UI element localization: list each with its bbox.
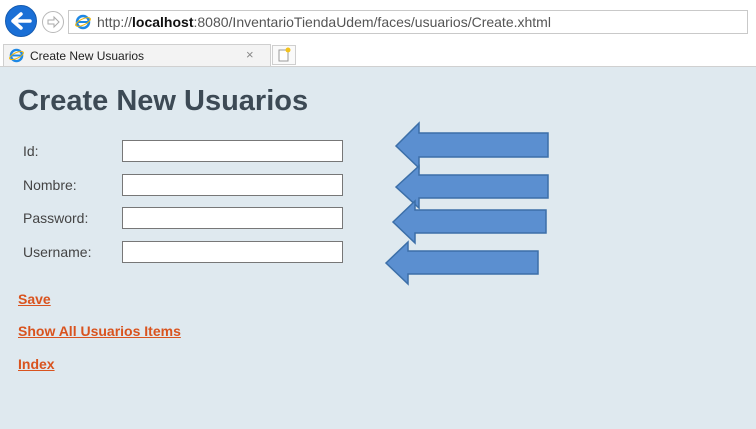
tab-create-new-usuarios[interactable]: Create New Usuarios × — [3, 44, 271, 66]
ie-logo-icon — [75, 14, 91, 30]
index-link[interactable]: Index — [18, 356, 55, 372]
url-prefix: http:// — [97, 14, 133, 30]
left-arrow-icon — [394, 164, 549, 210]
address-bar: http://localhost:8080/InventarioTiendaUd… — [0, 0, 756, 44]
nombre-input[interactable] — [122, 174, 343, 196]
nombre-label: Nombre: — [23, 177, 77, 193]
url-text: http://localhost:8080/InventarioTiendaUd… — [97, 14, 551, 30]
show-all-usuarios-link[interactable]: Show All Usuarios Items — [18, 323, 181, 339]
ie-logo-icon — [9, 48, 24, 63]
left-arrow-icon — [394, 121, 549, 170]
tab-title: Create New Usuarios — [30, 49, 145, 63]
url-host: localhost — [132, 14, 194, 30]
username-input[interactable] — [122, 241, 343, 263]
tab-bar: Create New Usuarios × — [0, 44, 756, 67]
username-label: Username: — [23, 244, 92, 260]
id-input[interactable] — [122, 140, 343, 162]
id-label: Id: — [23, 143, 39, 159]
left-arrow-icon — [391, 199, 547, 245]
url-field[interactable]: http://localhost:8080/InventarioTiendaUd… — [68, 10, 748, 34]
forward-button[interactable] — [42, 11, 64, 33]
left-arrow-icon — [384, 240, 539, 286]
back-button[interactable] — [5, 5, 37, 37]
save-link[interactable]: Save — [18, 291, 51, 307]
annotation-arrows — [384, 121, 549, 286]
new-tab-icon — [278, 47, 291, 62]
page-title: Create New Usuarios — [18, 85, 309, 117]
back-arrow-icon — [11, 12, 32, 30]
close-icon[interactable]: × — [246, 47, 254, 62]
url-path: :8080/InventarioTiendaUdem/faces/usuario… — [193, 14, 551, 30]
new-tab-button[interactable] — [272, 45, 296, 65]
forward-arrow-icon — [47, 15, 60, 29]
password-label: Password: — [23, 210, 89, 226]
page-content: Create New Usuarios Id: Nombre: Password… — [0, 67, 756, 429]
password-input[interactable] — [122, 207, 343, 229]
